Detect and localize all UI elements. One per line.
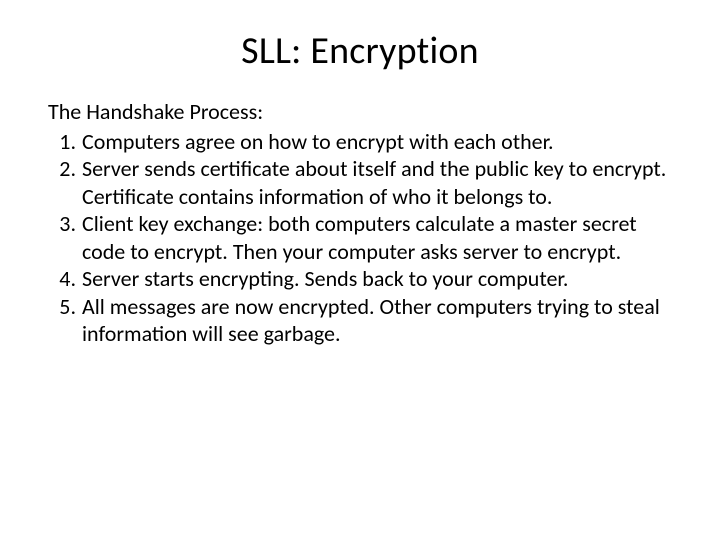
list-item: Computers agree on how to encrypt with e…	[48, 128, 672, 156]
list-item: Client key exchange: both computers calc…	[48, 210, 672, 265]
list-item: All messages are now encrypted. Other co…	[48, 293, 672, 348]
list-item: Server sends certificate about itself an…	[48, 155, 672, 210]
slide-title: SLL: Encryption	[48, 28, 672, 74]
list-item: Server starts encrypting. Sends back to …	[48, 265, 672, 293]
process-heading: The Handshake Process:	[48, 98, 672, 126]
process-list: Computers agree on how to encrypt with e…	[48, 128, 672, 348]
